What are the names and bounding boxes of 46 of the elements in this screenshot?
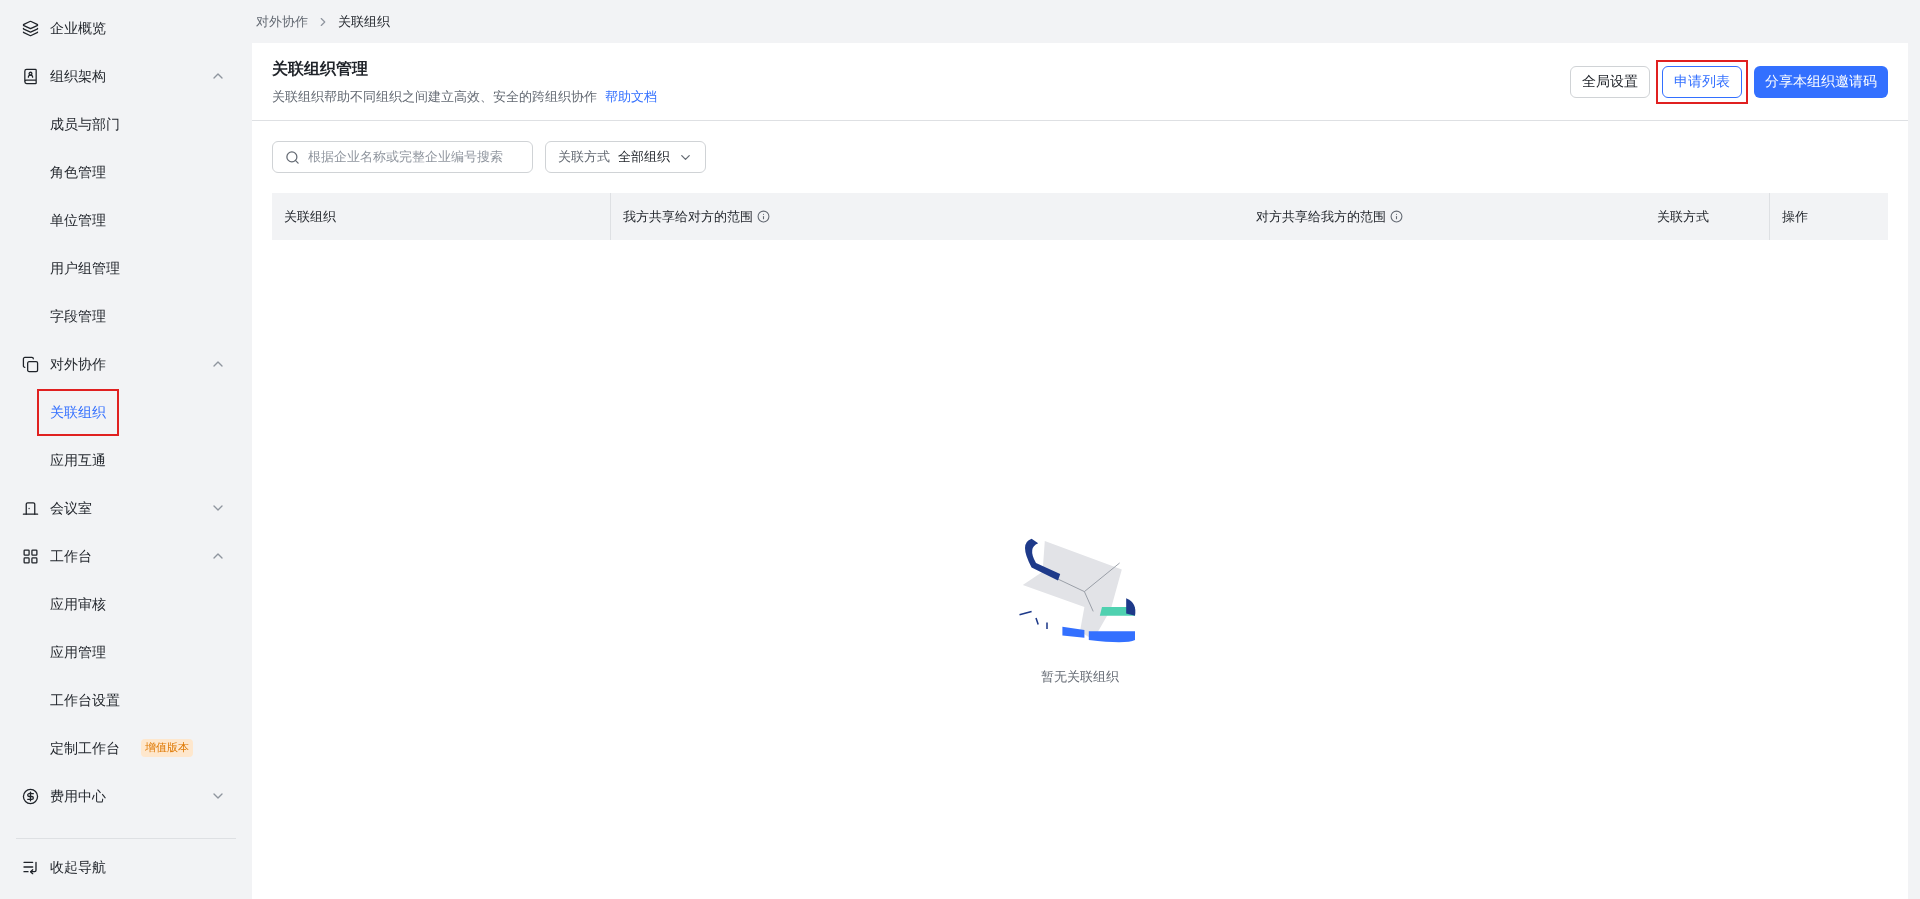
header-button[interactable]: 申请列表 [1662, 65, 1742, 98]
sidebar-group[interactable]: 费用中心 [0, 772, 252, 820]
contact-book-icon [22, 67, 39, 85]
dollar-circle-icon [22, 787, 39, 805]
sidebar-item[interactable]: 工作台设置 [37, 676, 133, 724]
info-icon [1390, 210, 1403, 223]
column-header: 关联组织 [284, 207, 336, 226]
empty-state-text: 暂无关联组织 [1041, 668, 1119, 686]
page-title: 关联组织管理 [272, 57, 369, 80]
sidebar-group[interactable]: 企业概览 [0, 4, 252, 52]
search-input[interactable]: 根据企业名称或完整企业编号搜索 [308, 147, 520, 167]
sidebar-item[interactable]: 角色管理 [37, 148, 119, 196]
sidebar-item[interactable]: 关联组织 [37, 388, 119, 436]
sidebar-item[interactable]: 应用审核 [37, 580, 119, 628]
sidebar-item[interactable]: 用户组管理 [37, 244, 133, 292]
linked-squares-icon [22, 355, 39, 373]
sidebar-group[interactable]: 对外协作 [0, 340, 252, 388]
page-description: 关联组织帮助不同组织之间建立高效、安全的跨组织协作 [272, 87, 597, 106]
header-button[interactable]: 分享本组织邀请码 [1754, 65, 1888, 98]
sidebar-item[interactable]: 单位管理 [37, 196, 119, 244]
sidebar-group[interactable]: 工作台 [0, 532, 252, 580]
sidebar-item[interactable]: 成员与部门 [37, 100, 133, 148]
sidebar-group[interactable]: 会议室 [0, 484, 252, 532]
sidebar-item[interactable]: 应用互通 [37, 436, 119, 484]
layers-icon [22, 19, 39, 37]
column-header: 我方共享给对方的范围 [623, 207, 753, 226]
collapse-nav-button[interactable]: 收起导航 [0, 839, 252, 895]
sidebar-item[interactable]: 应用管理 [37, 628, 119, 676]
collapse-icon [22, 859, 38, 875]
door-icon [22, 499, 39, 517]
help-link[interactable]: 帮助文档 [605, 86, 657, 107]
breadcrumb-link[interactable]: 对外协作 [256, 11, 308, 32]
header-button[interactable]: 全局设置 [1570, 65, 1650, 98]
sidebar-item[interactable]: 字段管理 [37, 292, 119, 340]
column-header: 对方共享给我方的范围 [1256, 207, 1386, 226]
info-icon [757, 210, 770, 223]
search-icon [285, 149, 300, 165]
sidebar-item[interactable]: 定制工作台 [37, 724, 133, 772]
column-header: 操作 [1782, 207, 1808, 226]
filter-dropdown[interactable]: 关联方式 全部组织 [545, 141, 706, 173]
breadcrumb-current: 关联组织 [338, 12, 390, 31]
grid-icon [22, 547, 39, 565]
sidebar-group[interactable]: 组织架构 [0, 52, 252, 100]
column-header: 关联方式 [1657, 207, 1709, 226]
search-field[interactable]: 根据企业名称或完整企业编号搜索 [272, 141, 533, 173]
premium-badge: 增值版本 [141, 739, 193, 757]
